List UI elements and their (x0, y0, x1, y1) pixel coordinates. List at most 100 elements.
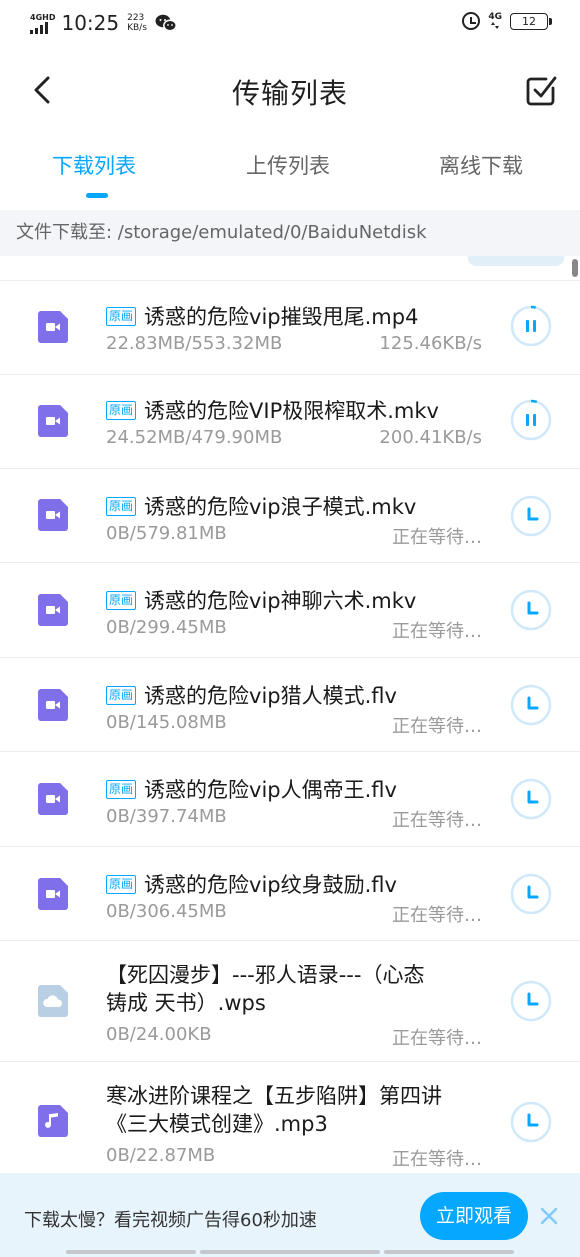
file-size: 0B/306.45MB (106, 901, 227, 922)
quality-badge: 原画 (106, 874, 137, 894)
status-bar-right: 4G 12 (462, 12, 552, 30)
quality-badge: 原画 (106, 590, 137, 610)
file-name-line: 原画 诱惑的危险VIP极限榨取术.mkv (106, 395, 490, 425)
pause-button[interactable] (510, 305, 552, 347)
video-file-icon (38, 311, 68, 343)
file-name: 诱惑的危险vip纹身鼓励.flv (144, 873, 397, 897)
transfer-status: 正在等待… (392, 621, 482, 642)
video-file-icon (38, 783, 68, 815)
pull-tab[interactable] (468, 256, 564, 266)
ad-text: 下载太慢？看完视频广告得60秒加速 (24, 1210, 317, 1231)
battery-level: 12 (522, 14, 536, 28)
file-size: 24.52MB/479.90MB (106, 427, 283, 448)
scrollbar-thumb[interactable] (572, 259, 578, 277)
file-name-line: 原画 诱惑的危险vip摧毁甩尾.mp4 (106, 301, 490, 331)
network-speed: 223 KB/s (127, 13, 147, 33)
tab-upload-list[interactable]: 上传列表 (246, 150, 330, 180)
download-speed: 200.41KB/s (379, 427, 482, 448)
waiting-clock-button[interactable] (510, 873, 552, 915)
download-speed: 125.46KB/s (379, 333, 482, 354)
transfer-status: 正在等待… (392, 1149, 482, 1170)
file-name: 诱惑的危险vip神聊六术.mkv (144, 589, 417, 613)
waiting-clock-button[interactable] (510, 589, 552, 631)
network-speed-unit: KB/s (127, 23, 147, 33)
video-file-icon (38, 878, 68, 910)
quality-badge: 原画 (106, 306, 137, 326)
tab-bar: 下载列表 上传列表 离线下载 (0, 140, 580, 204)
signal-bars-icon (30, 21, 48, 34)
close-icon[interactable] (538, 1205, 560, 1227)
multi-select-button[interactable] (524, 72, 560, 108)
tab-download-list[interactable]: 下载列表 (52, 150, 136, 180)
list-item[interactable]: 原画 诱惑的危险vip浪子模式.mkv 0B/579.81MB 正在等待… (0, 469, 580, 563)
file-name-line: 原画 诱惑的危险vip纹身鼓励.flv (106, 869, 490, 899)
file-name-line: 原画 诱惑的危险vip猎人模式.flv (106, 680, 490, 710)
file-name-line: 原画 诱惑的危险vip浪子模式.mkv (106, 491, 490, 521)
quality-badge: 原画 (106, 685, 137, 705)
network-speed-value: 223 (127, 13, 145, 23)
waiting-clock-button[interactable] (510, 495, 552, 537)
file-size: 0B/22.87MB (106, 1145, 216, 1166)
pause-button[interactable] (510, 399, 552, 441)
signal-indicator: 4GHD (30, 13, 55, 34)
gesture-bar (0, 1250, 580, 1257)
file-name: 诱惑的危险vip浪子模式.mkv (144, 495, 417, 519)
battery-icon: 12 (510, 12, 552, 30)
network-type-label: 4GHD (30, 12, 56, 22)
cloud-file-icon (38, 985, 68, 1017)
file-name: 诱惑的危险vip人偶帝王.flv (144, 778, 397, 802)
file-name-line-1: 寒冰进阶课程之【五步陷阱】第四讲 (106, 1084, 442, 1108)
data-arrows-icon (491, 22, 500, 29)
mobile-data-label: 4G (488, 12, 502, 22)
transfer-status: 正在等待… (392, 527, 482, 548)
waiting-clock-button[interactable] (510, 684, 552, 726)
file-name-line-2: 铸成 天书）.wps (106, 991, 266, 1015)
list-item[interactable]: 原画 诱惑的危险VIP极限榨取术.mkv 24.52MB/479.90MB 200… (0, 375, 580, 469)
file-size: 0B/397.74MB (106, 806, 227, 827)
quality-badge: 原画 (106, 779, 137, 799)
speedup-ad-banner: 下载太慢？看完视频广告得60秒加速 立即观看 (0, 1173, 580, 1257)
audio-file-icon (38, 1105, 68, 1137)
file-size: 22.83MB/553.32MB (106, 333, 283, 354)
list-item[interactable]: 原画 诱惑的危险vip人偶帝王.flv 0B/397.74MB 正在等待… (0, 752, 580, 847)
quality-badge: 原画 (106, 400, 137, 420)
file-size: 0B/299.45MB (106, 617, 227, 638)
download-path: 文件下载至: /storage/emulated/0/BaiduNetdisk (0, 210, 580, 256)
transfer-status: 正在等待… (392, 810, 482, 831)
list-item[interactable]: 原画 诱惑的危险vip摧毁甩尾.mp4 22.83MB/553.32MB 125.… (0, 281, 580, 375)
file-name: 诱惑的危险VIP极限榨取术.mkv (144, 399, 439, 423)
list-item[interactable]: 原画 诱惑的危险vip神聊六术.mkv 0B/299.45MB 正在等待… (0, 563, 580, 658)
tab-offline-download[interactable]: 离线下载 (439, 150, 523, 180)
file-size: 0B/579.81MB (106, 523, 227, 544)
video-file-icon (38, 405, 68, 437)
file-name: 诱惑的危险vip猎人模式.flv (144, 684, 397, 708)
transfer-status: 正在等待… (392, 1028, 482, 1049)
active-tab-indicator (86, 193, 108, 198)
video-file-icon (38, 689, 68, 721)
list-item[interactable]: 【死囚漫步】---邪人语录---（心态 铸成 天书）.wps 0B/24.00K… (0, 941, 580, 1062)
file-name-line: 原画 诱惑的危险vip人偶帝王.flv (106, 774, 490, 804)
file-name: 【死囚漫步】---邪人语录---（心态 铸成 天书）.wps (106, 961, 490, 1017)
page-title: 传输列表 (231, 77, 348, 110)
list-item[interactable]: 寒冰进阶课程之【五步陷阱】第四讲 《三大模式创建》.mp3 0B/22.87MB… (0, 1062, 580, 1173)
transfer-status: 正在等待… (392, 716, 482, 737)
waiting-clock-button[interactable] (510, 980, 552, 1022)
file-name-line-1: 【死囚漫步】---邪人语录---（心态 (106, 963, 425, 987)
mobile-data-indicator: 4G (488, 13, 502, 29)
watch-now-button[interactable]: 立即观看 (420, 1192, 528, 1240)
waiting-clock-button[interactable] (510, 1101, 552, 1143)
wechat-icon (155, 14, 177, 32)
file-size: 0B/145.08MB (106, 712, 227, 733)
header: 传输列表 (0, 56, 580, 126)
waiting-clock-button[interactable] (510, 778, 552, 820)
clock: 10:25 (61, 11, 120, 35)
transfer-status: 正在等待… (392, 905, 482, 926)
file-name-line-2: 《三大模式创建》.mp3 (106, 1112, 328, 1136)
video-file-icon (38, 499, 68, 531)
quality-badge: 原画 (106, 496, 137, 516)
list-item[interactable]: 原画 诱惑的危险vip猎人模式.flv 0B/145.08MB 正在等待… (0, 658, 580, 752)
list-item[interactable]: 原画 诱惑的危险vip纹身鼓励.flv 0B/306.45MB 正在等待… (0, 847, 580, 941)
alarm-icon (462, 12, 481, 30)
file-size: 0B/24.00KB (106, 1024, 212, 1045)
file-name: 诱惑的危险vip摧毁甩尾.mp4 (144, 305, 419, 329)
